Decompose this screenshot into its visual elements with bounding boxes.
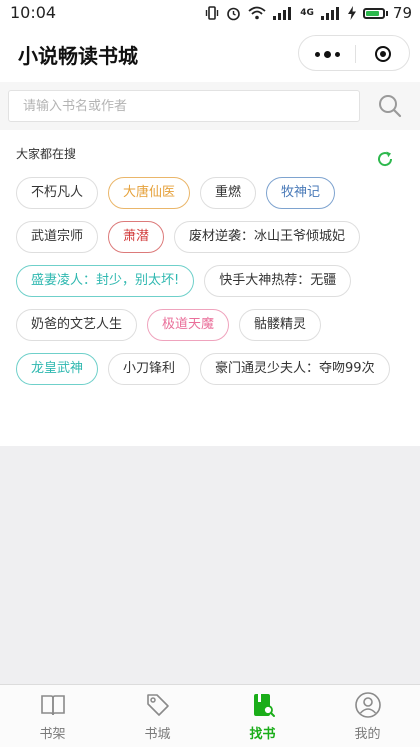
tab-profile[interactable]: 我的 [315, 685, 420, 747]
circle-dot-icon[interactable] [356, 36, 410, 72]
battery-icon: 79 [362, 4, 412, 22]
hot-search-tag[interactable]: 盛妻凌人：封少，别太坏! [16, 265, 195, 297]
search-input[interactable] [8, 90, 360, 122]
tab-bar: 书架 书城 找书 我的 [0, 684, 420, 747]
hot-tag-list: 不朽凡人 大唐仙医 重燃 牧神记武道宗师 萧潜 废材逆袭：冰山王爷倾城妃盛妻凌人：封少，别… [16, 177, 406, 385]
tab-bookshelf[interactable]: 书架 [0, 685, 105, 747]
search-bar [0, 82, 420, 130]
tab-find-book[interactable]: 找书 [210, 685, 315, 747]
hot-search-tag[interactable]: 豪门通灵少夫人：夺吻99次 [200, 353, 390, 385]
alarm-icon [227, 7, 241, 20]
battery-level [365, 10, 379, 16]
hot-search-panel: 大家都在搜 不朽凡人 大唐仙医 重燃 牧神记武道宗师 萧潜 废材逆袭：冰山王爷倾城妃盛妻凌… [0, 130, 420, 446]
status-bar: 10:04 4G 79 [0, 0, 420, 26]
user-icon [355, 692, 381, 718]
page-title: 小说畅读书城 [18, 44, 138, 68]
hot-search-tag[interactable]: 骷髅精灵 [239, 309, 322, 341]
tag-icon [147, 694, 169, 716]
hot-search-label: 大家都在搜 [16, 147, 77, 161]
status-time: 10:04 [10, 3, 57, 22]
mini-program-capsule [298, 35, 410, 71]
nav-header: 小说畅读书城 [0, 26, 420, 82]
tab-label: 找书 [249, 727, 276, 742]
hot-search-tag[interactable]: 大唐仙医 [108, 177, 191, 209]
network-type-label: 4G [300, 8, 314, 18]
more-dots-icon[interactable] [299, 36, 355, 72]
hot-search-tag[interactable]: 废材逆袭：冰山王爷倾城妃 [174, 221, 361, 253]
signal-icon [273, 6, 292, 20]
hot-search-tag[interactable]: 武道宗师 [16, 221, 99, 253]
battery-percent: 79 [392, 4, 412, 22]
vibrate-icon [206, 6, 219, 20]
find-book-icon [254, 694, 275, 717]
hot-search-tag[interactable]: 小刀锋利 [108, 353, 191, 385]
hot-search-tag[interactable]: 奶爸的文艺人生 [16, 309, 138, 341]
charging-icon [347, 6, 356, 20]
tab-bookstore[interactable]: 书城 [105, 685, 210, 747]
book-open-icon [41, 695, 65, 716]
hot-search-tag[interactable]: 快手大神热荐：无疆 [204, 265, 352, 297]
hot-search-tag[interactable]: 萧潜 [108, 221, 165, 253]
refresh-icon[interactable] [375, 149, 395, 169]
wifi-icon [248, 6, 266, 20]
hot-search-tag[interactable]: 重燃 [200, 177, 257, 209]
search-icon[interactable] [377, 93, 403, 119]
signal-icon-2 [320, 6, 339, 20]
hot-search-tag[interactable]: 牧神记 [266, 177, 336, 209]
tab-label: 书架 [39, 727, 66, 742]
hot-search-tag[interactable]: 极道天魔 [147, 309, 230, 341]
hot-search-tag[interactable]: 不朽凡人 [16, 177, 99, 209]
status-icons: 4G 79 [205, 4, 412, 22]
tab-label: 书城 [144, 727, 171, 742]
hot-search-tag[interactable]: 龙皇武神 [16, 353, 99, 385]
tab-label: 我的 [354, 727, 381, 742]
